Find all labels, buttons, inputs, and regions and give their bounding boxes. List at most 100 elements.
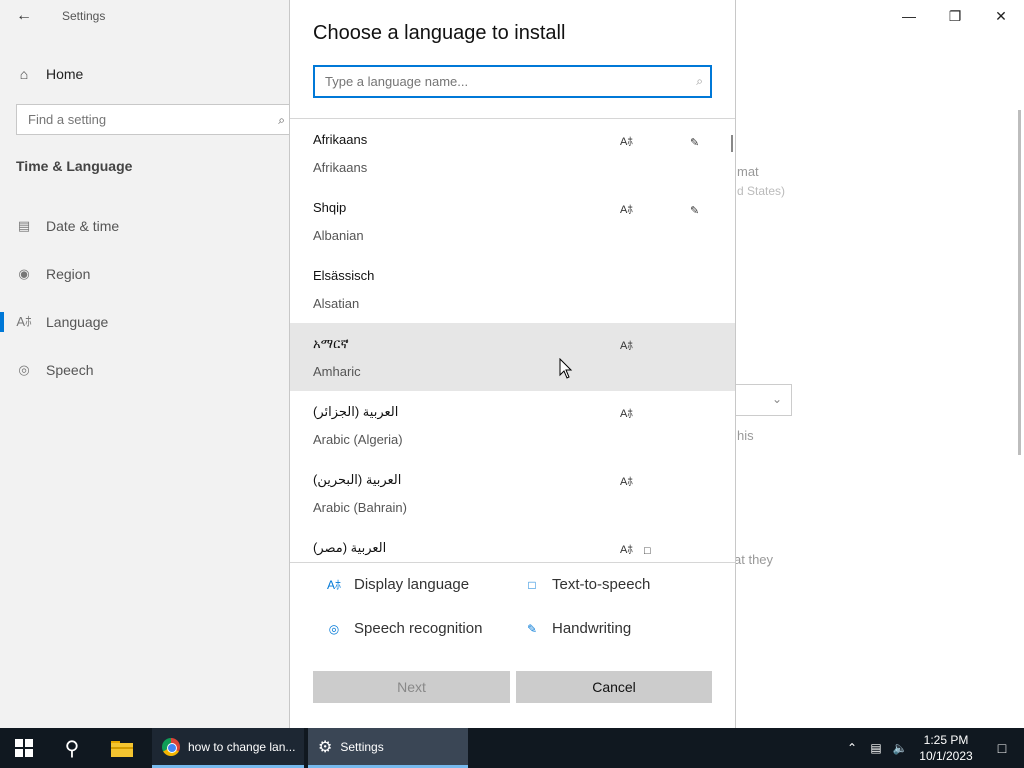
language-native-name: Elsässisch [313, 268, 375, 283]
taskbar-chrome-label: how to change lan... [188, 739, 296, 754]
language-search-box: ⌕ [313, 65, 712, 98]
window-controls: — ❐ ✕ [886, 0, 1024, 32]
section-title: Time & Language [16, 158, 133, 174]
globe-icon: ◉ [18, 266, 30, 281]
taskbar-chrome[interactable]: how to change lan... [152, 728, 304, 768]
display-language-icon: Aﾎ [620, 476, 633, 488]
home-icon: ⌂ [19, 66, 29, 82]
handwriting-icon: ✎ [526, 621, 538, 636]
legend-display-language: Aﾎ Display language [326, 576, 469, 593]
nav-home-label: Home [46, 66, 84, 82]
calendar-clock-icon: ▤ [17, 218, 31, 233]
search-icon: ⌕ [278, 113, 285, 127]
language-icon: Aﾎ [16, 314, 32, 329]
taskbar-settings[interactable]: ⚙ Settings [308, 728, 468, 768]
bg-fragment-this: his [737, 428, 754, 443]
bg-fragment-states: d States) [737, 184, 786, 198]
nav-item-date-time[interactable]: ▤ Date & time [16, 216, 119, 236]
nav-item-label: Language [46, 314, 109, 330]
language-native-name: العربية (الجزائر) [313, 404, 399, 419]
legend-label: Handwriting [552, 620, 632, 637]
next-button[interactable]: Next [313, 671, 510, 703]
microphone-icon: ◎ [18, 362, 30, 377]
nav-item-region[interactable]: ◉ Region [16, 264, 90, 284]
search-icon: ⌕ [696, 74, 703, 88]
nav-active-indicator [0, 312, 4, 332]
chevron-down-icon: ⌄ [771, 392, 782, 406]
language-list-scrollbar[interactable] [731, 135, 733, 152]
find-setting-input[interactable] [17, 105, 257, 134]
chrome-icon [162, 737, 180, 756]
display-language-icon: Aﾎ [620, 408, 633, 420]
language-item[interactable]: العربية (الجزائر) Arabic (Algeria) Aﾎ [290, 391, 735, 459]
notification-icon[interactable]: □ [980, 728, 1024, 768]
taskbar: ⚲ how to change lan... ⚙ Settings ⌃ ▤ 🔈 … [0, 728, 1024, 768]
nav-item-label: Date & time [46, 218, 120, 234]
nav-item-speech[interactable]: ◎ Speech [16, 360, 93, 380]
language-search-input[interactable] [315, 67, 675, 96]
language-item[interactable]: Elsässisch Alsatian [290, 255, 735, 323]
clock[interactable]: 1:25 PM 10/1/2023 [912, 732, 980, 764]
language-english-name: Alsatian [313, 296, 360, 311]
language-item[interactable]: Shqip Albanian Aﾎ ✎ [290, 187, 735, 255]
nav-item-label: Region [46, 266, 91, 282]
language-native-name: አማርኛ [313, 336, 349, 351]
bg-fragment-format: mat [737, 164, 759, 179]
windows-logo-icon [15, 739, 33, 757]
display-language-icon: Aﾎ [620, 544, 633, 556]
page-scrollbar[interactable] [1018, 110, 1021, 455]
file-explorer-icon[interactable] [98, 728, 146, 768]
folder-icon [111, 741, 133, 757]
language-native-name: العربية (مصر) [313, 540, 387, 555]
display-language-icon: Aﾎ [620, 340, 633, 352]
language-item[interactable]: العربية (مصر) Aﾎ □ [290, 527, 735, 562]
language-item[interactable]: Afrikaans Afrikaans Aﾎ ✎ [290, 119, 735, 187]
back-arrow-icon[interactable]: ← [14, 6, 34, 26]
close-icon[interactable]: ✕ [978, 0, 1024, 32]
text-to-speech-icon: □ [528, 577, 536, 592]
mouse-cursor-icon [559, 358, 573, 379]
find-setting-box: ⌕ [16, 104, 292, 135]
microphone-icon: ◎ [328, 621, 340, 636]
nav-item-language[interactable]: Aﾎ Language [16, 312, 108, 332]
taskbar-settings-label: Settings [340, 739, 384, 754]
language-english-name: Amharic [313, 364, 361, 379]
divider [290, 562, 735, 563]
nav-home[interactable]: ⌂ Home [16, 64, 84, 84]
legend-label: Display language [354, 576, 470, 593]
clock-date: 10/1/2023 [919, 749, 973, 763]
language-native-name: العربية (البحرين) [313, 472, 402, 487]
language-dialog: Choose a language to install ⌕ Afrikaans… [289, 0, 736, 728]
system-tray: ⌃ ▤ 🔈 1:25 PM 10/1/2023 □ [840, 728, 1024, 768]
language-native-name: Afrikaans [313, 132, 368, 147]
language-english-name: Afrikaans [313, 160, 368, 175]
language-list: Afrikaans Afrikaans Aﾎ ✎ Shqip Albanian … [290, 119, 735, 562]
language-english-name: Arabic (Bahrain) [313, 500, 407, 515]
legend-handwriting: ✎ Handwriting [524, 620, 631, 637]
display-language-icon: Aﾎ [326, 578, 341, 592]
volume-muted-icon[interactable]: 🔈 [888, 741, 912, 755]
legend-text-to-speech: □ Text-to-speech [524, 576, 650, 593]
gear-icon: ⚙ [318, 738, 333, 756]
app-title: Settings [62, 9, 106, 23]
network-icon[interactable]: ▤ [864, 741, 888, 755]
restore-icon[interactable]: ❐ [932, 0, 978, 32]
handwriting-icon: ✎ [690, 137, 700, 149]
taskbar-search-icon[interactable]: ⚲ [48, 728, 96, 768]
clock-time: 1:25 PM [923, 733, 969, 747]
bg-dropdown[interactable]: ⌄ [735, 384, 792, 416]
bg-fragment-they: at they [734, 552, 774, 567]
chevron-up-icon[interactable]: ⌃ [840, 741, 864, 755]
legend-label: Text-to-speech [552, 576, 651, 593]
start-button[interactable] [0, 728, 48, 768]
settings-titlebar: ← Settings [0, 0, 289, 32]
language-english-name: Albanian [313, 228, 364, 243]
settings-sidebar: ← Settings ⌂ Home ⌕ Time & Language ▤ Da… [0, 0, 292, 728]
language-native-name: Shqip [313, 200, 347, 215]
legend-speech-recognition: ◎ Speech recognition [326, 620, 483, 637]
language-item[interactable]: አማርኛ Amharic Aﾎ [290, 323, 735, 391]
nav-item-label: Speech [46, 362, 94, 378]
minimize-icon[interactable]: — [886, 0, 932, 32]
cancel-button[interactable]: Cancel [516, 671, 712, 703]
language-item[interactable]: العربية (البحرين) Arabic (Bahrain) Aﾎ [290, 459, 735, 527]
